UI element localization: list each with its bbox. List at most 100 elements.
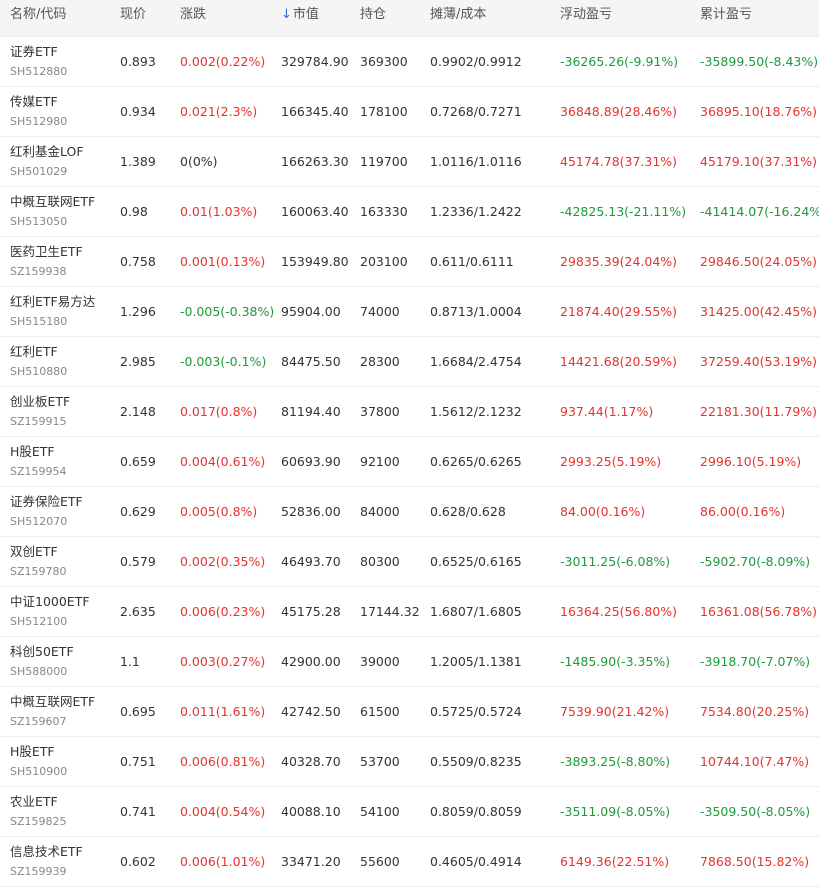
- fund-name: 创业板ETF: [10, 394, 71, 409]
- holding-cell: 17144.32: [360, 604, 420, 619]
- float-pl-cell: -1485.90(-3.35%): [560, 654, 671, 669]
- holding-cell: 84000: [360, 504, 400, 519]
- cost-cell: 1.6684/2.4754: [430, 354, 522, 369]
- table-row[interactable]: 中概互联网ETF SZ159607 0.695 0.011(1.61%) 427…: [0, 687, 819, 737]
- market-value-cell: 45175.28: [281, 604, 341, 619]
- table-row[interactable]: 中证1000ETF SH512100 2.635 0.006(0.23%) 45…: [0, 587, 819, 637]
- fund-code: SH512980: [10, 115, 68, 128]
- cost-cell: 0.6525/0.6165: [430, 554, 522, 569]
- table-row[interactable]: 科创50ETF SH588000 1.1 0.003(0.27%) 42900.…: [0, 637, 819, 687]
- change-cell: 0.002(0.35%): [180, 554, 266, 569]
- table-row[interactable]: 红利ETF SH510880 2.985 -0.003(-0.1%) 84475…: [0, 337, 819, 387]
- change-cell: 0.001(0.13%): [180, 254, 266, 269]
- price-cell: 2.985: [120, 354, 156, 369]
- header-float-pl[interactable]: 浮动盈亏: [560, 0, 612, 36]
- fund-code: SH512100: [10, 615, 68, 628]
- total-pl-cell: 22181.30(11.79%): [700, 404, 818, 419]
- name-code-cell: 科创50ETF SH588000: [10, 643, 74, 680]
- cost-cell: 0.8059/0.8059: [430, 804, 522, 819]
- market-value-cell: 52836.00: [281, 504, 341, 519]
- float-pl-cell: 84.00(0.16%): [560, 504, 646, 519]
- float-pl-cell: 16364.25(56.80%): [560, 604, 678, 619]
- cost-cell: 0.611/0.6111: [430, 254, 514, 269]
- total-pl-cell: 86.00(0.16%): [700, 504, 786, 519]
- market-value-cell: 42900.00: [281, 654, 341, 669]
- total-pl-cell: 7868.50(15.82%): [700, 854, 810, 869]
- header-cost[interactable]: 摊薄/成本: [430, 0, 486, 36]
- table-row[interactable]: 证券ETF SH512880 0.893 0.002(0.22%) 329784…: [0, 37, 819, 87]
- float-pl-cell: 36848.89(28.46%): [560, 104, 678, 119]
- change-cell: 0.002(0.22%): [180, 54, 266, 69]
- fund-name: 传媒ETF: [10, 94, 58, 109]
- cost-cell: 0.628/0.628: [430, 504, 506, 519]
- table-row[interactable]: 医药卫生ETF SZ159938 0.758 0.001(0.13%) 1539…: [0, 237, 819, 287]
- change-cell: 0.021(2.3%): [180, 104, 258, 119]
- holdings-table: 名称/代码 现价 涨跌 ↓市值 持仓 摊薄/成本 浮动盈亏 累计盈亏 证券ETF…: [0, 0, 819, 888]
- table-row[interactable]: 创业板ETF SZ159915 2.148 0.017(0.8%) 81194.…: [0, 387, 819, 437]
- change-cell: 0.003(0.27%): [180, 654, 266, 669]
- float-pl-cell: 6149.36(22.51%): [560, 854, 670, 869]
- total-pl-cell: 7534.80(20.25%): [700, 704, 810, 719]
- fund-name: 双创ETF: [10, 544, 58, 559]
- float-pl-cell: 937.44(1.17%): [560, 404, 654, 419]
- table-row[interactable]: 红利ETF易方达 SH515180 1.296 -0.005(-0.38%) 9…: [0, 287, 819, 337]
- change-cell: 0.004(0.54%): [180, 804, 266, 819]
- holding-cell: 92100: [360, 454, 400, 469]
- cost-cell: 0.4605/0.4914: [430, 854, 522, 869]
- name-code-cell: H股ETF SH510900: [10, 743, 67, 780]
- table-row[interactable]: 农业ETF SZ159825 0.741 0.004(0.54%) 40088.…: [0, 787, 819, 837]
- table-row[interactable]: 红利基金LOF SH501029 1.389 0(0%) 166263.30 1…: [0, 137, 819, 187]
- table-row[interactable]: H股ETF SZ159954 0.659 0.004(0.61%) 60693.…: [0, 437, 819, 487]
- table-row[interactable]: 中概互联网ETF SH513050 0.98 0.01(1.03%) 16006…: [0, 187, 819, 237]
- header-change[interactable]: 涨跌: [180, 0, 206, 36]
- cost-cell: 1.2005/1.1381: [430, 654, 522, 669]
- header-total-pl[interactable]: 累计盈亏: [700, 0, 752, 36]
- fund-code: SZ159954: [10, 465, 67, 478]
- cost-cell: 0.8713/1.0004: [430, 304, 522, 319]
- price-cell: 0.751: [120, 754, 156, 769]
- price-cell: 0.758: [120, 254, 156, 269]
- name-code-cell: 信息技术ETF SZ159939: [10, 843, 83, 880]
- fund-name: 中概互联网ETF: [10, 694, 96, 709]
- price-cell: 1.1: [120, 654, 140, 669]
- sort-down-icon: ↓: [281, 7, 292, 22]
- total-pl-cell: -3509.50(-8.05%): [700, 804, 811, 819]
- cost-cell: 0.5725/0.5724: [430, 704, 522, 719]
- fund-name: 医药卫生ETF: [10, 244, 83, 259]
- fund-name: H股ETF: [10, 444, 55, 459]
- name-code-cell: 医药卫生ETF SZ159938: [10, 243, 83, 280]
- cost-cell: 1.0116/1.0116: [430, 154, 522, 169]
- market-value-cell: 40328.70: [281, 754, 341, 769]
- fund-code: SZ159780: [10, 565, 67, 578]
- table-row[interactable]: 双创ETF SZ159780 0.579 0.002(0.35%) 46493.…: [0, 537, 819, 587]
- header-market-value[interactable]: ↓市值: [281, 0, 319, 36]
- cost-cell: 0.5509/0.8235: [430, 754, 522, 769]
- table-row[interactable]: 证券保险ETF SH512070 0.629 0.005(0.8%) 52836…: [0, 487, 819, 537]
- name-code-cell: 创业板ETF SZ159915: [10, 393, 70, 430]
- price-cell: 0.579: [120, 554, 156, 569]
- fund-name: 中证1000ETF: [10, 594, 90, 609]
- total-pl-cell: -3918.70(-7.07%): [700, 654, 811, 669]
- table-row[interactable]: 传媒ETF SH512980 0.934 0.021(2.3%) 166345.…: [0, 87, 819, 137]
- table-row[interactable]: 信息技术ETF SZ159939 0.602 0.006(1.01%) 3347…: [0, 837, 819, 887]
- price-cell: 1.296: [120, 304, 156, 319]
- total-pl-cell: 37259.40(53.19%): [700, 354, 818, 369]
- fund-code: SH512880: [10, 65, 68, 78]
- header-price[interactable]: 现价: [120, 0, 146, 36]
- price-cell: 2.148: [120, 404, 156, 419]
- name-code-cell: 中概互联网ETF SH513050: [10, 193, 95, 230]
- table-row[interactable]: H股ETF SH510900 0.751 0.006(0.81%) 40328.…: [0, 737, 819, 787]
- header-name-code[interactable]: 名称/代码: [10, 0, 66, 36]
- price-cell: 0.602: [120, 854, 156, 869]
- holding-cell: 61500: [360, 704, 400, 719]
- fund-code: SH513050: [10, 215, 68, 228]
- price-cell: 0.893: [120, 54, 156, 69]
- cost-cell: 0.7268/0.7271: [430, 104, 522, 119]
- change-cell: 0(0%): [180, 154, 218, 169]
- fund-code: SH515180: [10, 315, 68, 328]
- header-holding[interactable]: 持仓: [360, 0, 386, 36]
- holding-cell: 178100: [360, 104, 408, 119]
- market-value-cell: 95904.00: [281, 304, 341, 319]
- change-cell: 0.006(0.81%): [180, 754, 266, 769]
- holding-cell: 369300: [360, 54, 408, 69]
